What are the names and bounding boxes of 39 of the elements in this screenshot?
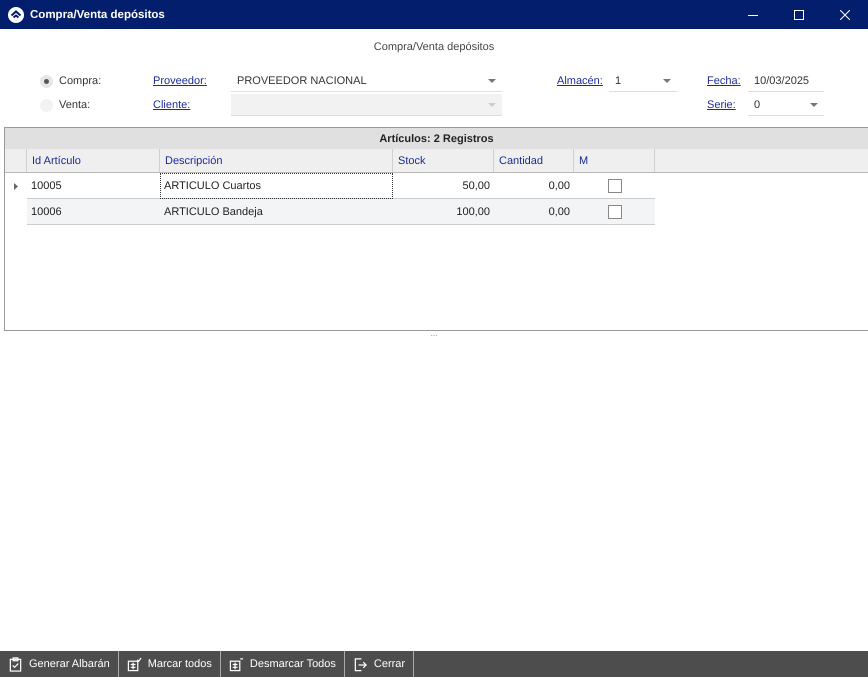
maximize-icon xyxy=(794,10,804,20)
splitter-grip[interactable]: ... xyxy=(0,331,868,337)
row-checkbox[interactable] xyxy=(608,204,622,218)
dropdown-caret-icon xyxy=(488,78,496,82)
grid-caption: Artículos: 2 Registros xyxy=(5,128,868,149)
toolbar-button[interactable]: Generar Albarán xyxy=(0,651,119,677)
table-cell: ARTICULO Cuartos xyxy=(160,173,393,199)
grid-minus-icon xyxy=(228,656,244,672)
close-icon xyxy=(840,10,850,20)
toolbar-button[interactable]: Cerrar xyxy=(344,651,414,677)
table-cell: 0,00 xyxy=(494,199,574,225)
dropdown-caret-icon xyxy=(810,102,818,106)
toolbar-button[interactable]: Desmarcar Todos xyxy=(220,651,345,677)
field-link[interactable]: Almacén: xyxy=(557,75,609,87)
field-link[interactable]: Fecha: xyxy=(707,75,741,87)
grid-check-icon xyxy=(126,656,142,672)
dropdown-caret-icon xyxy=(663,78,671,82)
field-link[interactable]: Proveedor: xyxy=(153,75,207,87)
exit-icon xyxy=(352,656,368,672)
clipboard-icon xyxy=(8,656,23,672)
column-header[interactable]: Descripción xyxy=(160,149,393,172)
radio-button[interactable] xyxy=(40,74,53,88)
dropdown-caret-icon xyxy=(488,102,496,106)
form-heading: Compra/Venta depósitos xyxy=(372,41,496,55)
column-header[interactable]: Id Artículo xyxy=(27,149,160,172)
app-logo-icon xyxy=(8,6,24,22)
table-cell: 100,00 xyxy=(393,199,494,225)
row-checkbox[interactable] xyxy=(608,178,622,192)
window-title: Compra/Venta depósitos xyxy=(30,8,166,20)
column-header[interactable]: M xyxy=(574,149,655,172)
table-cell: ARTICULO Bandeja xyxy=(160,199,393,225)
column-header[interactable]: Cantidad xyxy=(494,149,574,172)
field-link[interactable]: Serie: xyxy=(707,99,736,111)
table-cell: 10006 xyxy=(27,199,160,225)
radio-option[interactable]: Venta: xyxy=(40,98,153,112)
column-header[interactable]: Stock xyxy=(393,149,494,172)
radio-option[interactable]: Compra: xyxy=(40,74,153,88)
toolbar-button[interactable]: Marcar todos xyxy=(118,651,221,677)
current-row-icon xyxy=(14,182,18,190)
